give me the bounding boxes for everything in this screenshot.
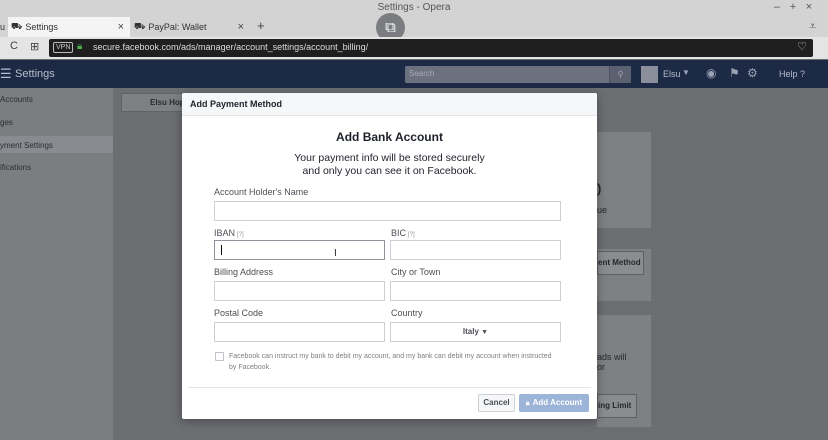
- iban-help-icon[interactable]: [?]: [237, 232, 244, 238]
- lock-icon[interactable]: 🔒︎: [77, 41, 82, 52]
- tab-settings[interactable]: ⛟ Settings ×: [8, 17, 130, 37]
- iban-field[interactable]: [214, 240, 385, 260]
- add-account-label: Add Account: [532, 398, 583, 407]
- address-bar: C ⊞ VPN 🔒︎ secure.facebook.com/ads/manag…: [0, 37, 828, 59]
- tab-label: PayPal: Wallet: [148, 22, 207, 32]
- sidebar-item-label: ges: [0, 118, 13, 127]
- dialog-header: Add Payment Method: [182, 93, 597, 116]
- dialog-title: Add Payment Method: [190, 99, 283, 109]
- debit-consent-text: Facebook can instruct my bank to debit m…: [229, 353, 552, 371]
- help-label: Help: [779, 69, 798, 79]
- avatar[interactable]: [641, 66, 658, 83]
- tab-bar: u ⛟ Settings × ⛟ PayPal: Wallet × + ⩡: [0, 17, 828, 37]
- country-label: Country: [391, 308, 423, 318]
- maximize-icon[interactable]: +: [787, 1, 799, 13]
- debit-consent-checkbox[interactable]: [215, 352, 224, 361]
- bookmark-heart-icon[interactable]: ♡: [797, 40, 807, 53]
- bic-field[interactable]: [390, 240, 561, 260]
- due-text: ue: [597, 205, 608, 215]
- url-field[interactable]: VPN 🔒︎ secure.facebook.com/ads/manager/a…: [49, 39, 813, 57]
- chevron-down-icon: ▼: [481, 329, 489, 336]
- security-notice-line2: and only you can see it on Facebook.: [302, 165, 477, 177]
- search-input[interactable]: Search ⚲: [405, 66, 631, 83]
- iban-label-text: IBAN: [214, 228, 236, 238]
- sidebar-item-notifications[interactable]: ifications: [0, 163, 113, 175]
- balance-paren-text: ): [597, 181, 602, 196]
- sidebar-item-label: ifications: [0, 163, 32, 172]
- iban-label: IBAN [?]: [214, 228, 244, 238]
- history-icon[interactable]: ◉: [706, 66, 716, 80]
- add-payment-method-dialog: Add Payment Method Add Bank Account Your…: [182, 93, 597, 419]
- security-notice-line1: Your payment info will be stored securel…: [294, 152, 485, 164]
- new-tab-plus-icon[interactable]: +: [257, 18, 265, 33]
- dialog-footer-divider: [188, 387, 591, 388]
- paypal-favicon-icon: ⛟: [134, 21, 146, 31]
- city-label: City or Town: [391, 267, 441, 277]
- country-select[interactable]: Italy ▼: [390, 322, 561, 342]
- tab-label: u: [0, 22, 6, 32]
- tab-menu-icon[interactable]: ⩡: [809, 19, 816, 34]
- sidebar-item-payment-settings[interactable]: yment Settings: [0, 136, 113, 153]
- hamburger-menu-icon[interactable]: ☰: [0, 66, 12, 82]
- account-holder-label: Account Holder's Name: [214, 187, 309, 197]
- billing-address-field[interactable]: [214, 281, 385, 301]
- close-window-icon[interactable]: ×: [803, 1, 815, 13]
- cancel-button[interactable]: Cancel: [478, 394, 515, 412]
- security-notice: Your payment info will be stored securel…: [182, 152, 597, 178]
- lock-icon: 🔒︎: [525, 400, 530, 407]
- ads-will-text: ads will: [597, 352, 627, 362]
- account-holder-field[interactable]: [214, 201, 561, 221]
- tab-paypal[interactable]: ⛟ PayPal: Wallet ×: [131, 17, 250, 37]
- notifications-flag-icon[interactable]: ⚑: [729, 66, 740, 80]
- sidebar-item-label: yment Settings: [0, 141, 53, 150]
- url-text[interactable]: secure.facebook.com/ads/manager/account_…: [93, 42, 368, 52]
- or-text: or: [597, 362, 606, 372]
- close-tab-icon[interactable]: ×: [238, 21, 244, 33]
- mouse-ibeam-cursor-icon: I: [334, 248, 337, 259]
- help-link[interactable]: Help ?: [779, 69, 805, 79]
- add-bank-account-heading: Add Bank Account: [336, 130, 443, 144]
- sidebar-item-pages[interactable]: ges: [0, 118, 113, 130]
- minimize-icon[interactable]: –: [771, 1, 783, 13]
- text-caret: [221, 245, 222, 255]
- account-selector-button[interactable]: Elsu Hop: [121, 93, 191, 112]
- country-value: Italy: [462, 327, 479, 336]
- page-title: Settings: [15, 68, 55, 80]
- window-title: Settings - Opera: [377, 2, 451, 13]
- add-payment-method-button[interactable]: ent Method: [597, 251, 644, 275]
- sidebar-item-accounts[interactable]: Accounts: [0, 95, 113, 107]
- vpn-badge[interactable]: VPN: [53, 42, 74, 53]
- sidebar-item-label: Accounts: [0, 95, 33, 104]
- window-titlebar: Settings - Opera – + ×: [0, 0, 828, 17]
- search-placeholder: Search: [409, 69, 435, 78]
- bic-label-text: BIC: [391, 228, 407, 238]
- settings-sidebar: Accounts ges yment Settings ifications: [0, 88, 113, 440]
- reload-icon[interactable]: C: [10, 40, 18, 52]
- search-icon[interactable]: ⚲: [609, 66, 631, 83]
- city-field[interactable]: [390, 281, 561, 301]
- user-name[interactable]: Elsu: [663, 69, 681, 79]
- facebook-favicon-icon: ⛟: [11, 21, 23, 31]
- speed-dial-icon[interactable]: ⊞: [30, 40, 39, 53]
- add-account-button[interactable]: 🔒︎ Add Account: [519, 394, 589, 412]
- billing-address-label: Billing Address: [214, 267, 274, 277]
- bic-help-icon[interactable]: [?]: [408, 232, 415, 238]
- tab-partial[interactable]: u: [0, 17, 8, 37]
- postal-code-field[interactable]: [214, 322, 385, 342]
- tab-label: Settings: [25, 22, 58, 32]
- account-dropdown-icon[interactable]: ▼: [682, 68, 690, 77]
- bic-label: BIC [?]: [391, 228, 415, 238]
- set-spending-limit-button[interactable]: ing Limit: [597, 394, 637, 418]
- postal-code-label: Postal Code: [214, 308, 264, 318]
- facebook-header: ☰ Settings Search ⚲ Elsu ▼ ◉ ⚑ ⚙ Help ?: [0, 60, 828, 88]
- close-tab-icon[interactable]: ×: [118, 21, 124, 33]
- gear-icon[interactable]: ⚙: [747, 66, 758, 80]
